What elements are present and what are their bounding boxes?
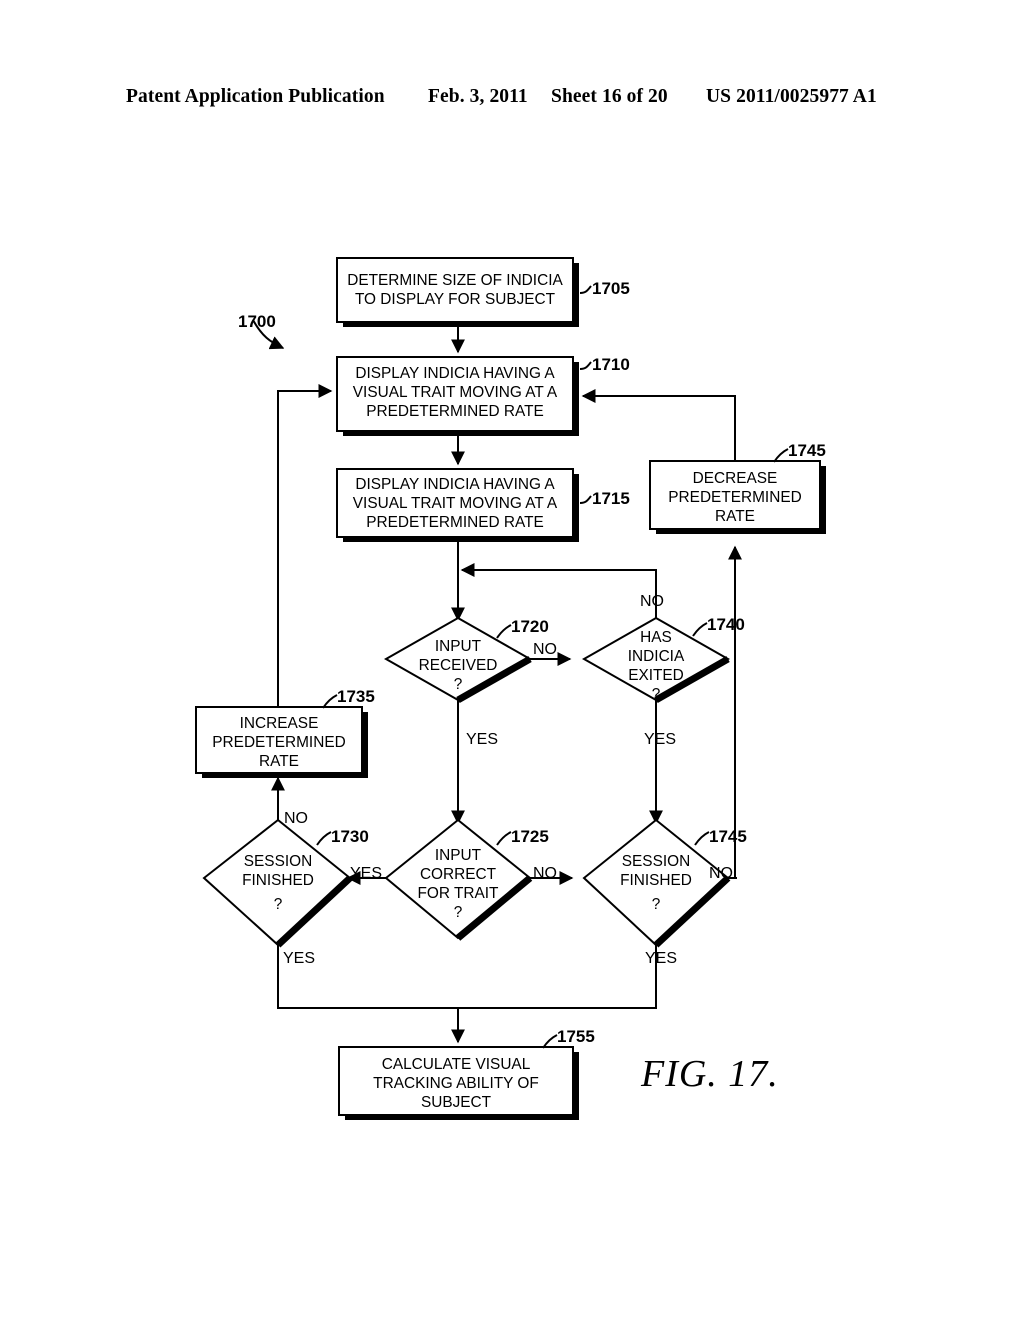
node-1730-line-0: SESSION bbox=[244, 853, 312, 870]
node-1730: SESSION FINISHED ? 1730 bbox=[202, 818, 369, 948]
node-1720-ref: 1720 bbox=[511, 617, 549, 636]
connector-1745-yes-to-bus bbox=[458, 945, 657, 1009]
connector-1740-no-loop bbox=[460, 563, 657, 620]
edge-label-1745-no: NO bbox=[709, 865, 733, 882]
edge-label-1730-no: NO bbox=[284, 810, 308, 827]
node-1745-decrease-line-1: PREDETERMINED bbox=[668, 489, 801, 506]
edge-label-1745-yes: YES bbox=[645, 950, 677, 967]
node-1755: CALCULATE VISUAL TRACKING ABILITY OF SUB… bbox=[338, 1027, 595, 1120]
edge-label-1720-no: NO bbox=[533, 641, 557, 658]
node-1745-decision-ref: 1745 bbox=[709, 827, 747, 846]
node-1710-line-1: VISUAL TRAIT MOVING AT A bbox=[353, 384, 558, 401]
flowchart-svg: DETERMINE SIZE OF INDICIA TO DISPLAY FOR… bbox=[195, 257, 826, 1120]
node-1745-decision: SESSION FINISHED ? 1745 bbox=[582, 818, 747, 948]
node-1745-decrease-ref: 1745 bbox=[788, 441, 826, 460]
node-1705-line-0: DETERMINE SIZE OF INDICIA bbox=[347, 272, 563, 289]
node-1735-increase-line-0: INCREASE bbox=[240, 715, 319, 732]
node-1705-ref-leader bbox=[579, 285, 592, 294]
node-1725-ref-leader bbox=[496, 831, 512, 846]
node-1705-ref: 1705 bbox=[592, 279, 630, 298]
edge-label-1740-yes: YES bbox=[644, 731, 676, 748]
node-1735-increase: INCREASE PREDETERMINED RATE 1735 bbox=[195, 687, 375, 778]
node-1730-line-1: FINISHED bbox=[242, 872, 314, 889]
node-1755-ref: 1755 bbox=[557, 1027, 595, 1046]
node-1740-line-0: HAS bbox=[640, 629, 672, 646]
node-1715-ref: 1715 bbox=[592, 489, 630, 508]
node-1745-decrease-line-2: RATE bbox=[715, 508, 755, 525]
node-1730-line-2: ? bbox=[274, 896, 283, 913]
node-1730-ref: 1730 bbox=[331, 827, 369, 846]
connector-decrease-to-1710 bbox=[581, 389, 736, 460]
node-1740-ref-leader bbox=[692, 622, 708, 637]
node-1715-line-1: VISUAL TRAIT MOVING AT A bbox=[353, 495, 558, 512]
node-1705-box bbox=[336, 257, 574, 323]
edge-label-1720-yes: YES bbox=[466, 731, 498, 748]
node-1745-decrease: DECREASE PREDETERMINED RATE 1745 bbox=[649, 441, 826, 534]
node-1710-ref-leader bbox=[579, 361, 592, 370]
node-1740-ref: 1740 bbox=[707, 615, 745, 634]
node-1710-line-2: PREDETERMINED RATE bbox=[366, 403, 544, 420]
node-1725-line-0: INPUT bbox=[435, 847, 482, 864]
node-1740-line-1: INDICIA bbox=[628, 648, 685, 665]
node-1730-ref-leader bbox=[316, 831, 332, 846]
connector-increase-to-1710 bbox=[277, 384, 333, 707]
node-1705-line-1: TO DISPLAY FOR SUBJECT bbox=[355, 291, 556, 308]
node-1720-ref-leader bbox=[496, 624, 512, 639]
node-1720-line-1: RECEIVED bbox=[419, 657, 498, 674]
node-1755-line-0: CALCULATE VISUAL bbox=[382, 1056, 531, 1073]
edge-label-1725-no: NO bbox=[533, 865, 557, 882]
node-1705: DETERMINE SIZE OF INDICIA TO DISPLAY FOR… bbox=[336, 257, 630, 327]
node-1720-line-2: ? bbox=[454, 676, 463, 693]
figure-label: FIG. 17. bbox=[640, 1053, 779, 1095]
node-1740-line-3: ? bbox=[652, 686, 661, 703]
node-1715-line-0: DISPLAY INDICIA HAVING A bbox=[355, 476, 555, 493]
node-1735-increase-line-2: RATE bbox=[259, 753, 299, 770]
node-1715-line-2: PREDETERMINED RATE bbox=[366, 514, 544, 531]
node-1725: INPUT CORRECT FOR TRAIT ? 1725 bbox=[384, 818, 549, 941]
node-1725-line-3: ? bbox=[454, 904, 463, 921]
node-1720: INPUT RECEIVED ? 1720 bbox=[383, 616, 549, 704]
edge-label-1730-yes-down: YES bbox=[283, 950, 315, 967]
node-1745-decision-line-1: FINISHED bbox=[620, 872, 692, 889]
node-1735-increase-line-1: PREDETERMINED bbox=[212, 734, 345, 751]
node-1745-decrease-line-0: DECREASE bbox=[693, 470, 778, 487]
edge-label-1740-no: NO bbox=[640, 593, 664, 610]
node-1735-ref: 1735 bbox=[337, 687, 375, 706]
node-1745-decision-line-0: SESSION bbox=[622, 853, 690, 870]
node-1755-line-1: TRACKING ABILITY OF bbox=[373, 1075, 539, 1092]
node-1740: HAS INDICIA EXITED ? 1740 bbox=[581, 615, 745, 704]
node-1725-line-1: CORRECT bbox=[420, 866, 497, 883]
node-1725-line-2: FOR TRAIT bbox=[418, 885, 500, 902]
node-1740-line-2: EXITED bbox=[628, 667, 684, 684]
node-1710-line-0: DISPLAY INDICIA HAVING A bbox=[355, 365, 555, 382]
node-1715-ref-leader bbox=[579, 495, 592, 504]
node-1755-line-2: SUBJECT bbox=[421, 1094, 492, 1111]
node-1715: DISPLAY INDICIA HAVING A VISUAL TRAIT MO… bbox=[336, 468, 630, 542]
node-1745-decision-ref-leader bbox=[694, 831, 710, 846]
patent-figure-page: Patent Application Publication Feb. 3, 2… bbox=[0, 0, 1024, 1320]
node-1720-line-0: INPUT bbox=[435, 638, 482, 655]
edge-label-1730-yes-in: YES bbox=[350, 865, 382, 882]
diagram-ref-1700: 1700 bbox=[238, 312, 276, 331]
node-1710-ref: 1710 bbox=[592, 355, 630, 374]
node-1725-ref: 1725 bbox=[511, 827, 549, 846]
node-1745-decision-line-2: ? bbox=[652, 896, 661, 913]
